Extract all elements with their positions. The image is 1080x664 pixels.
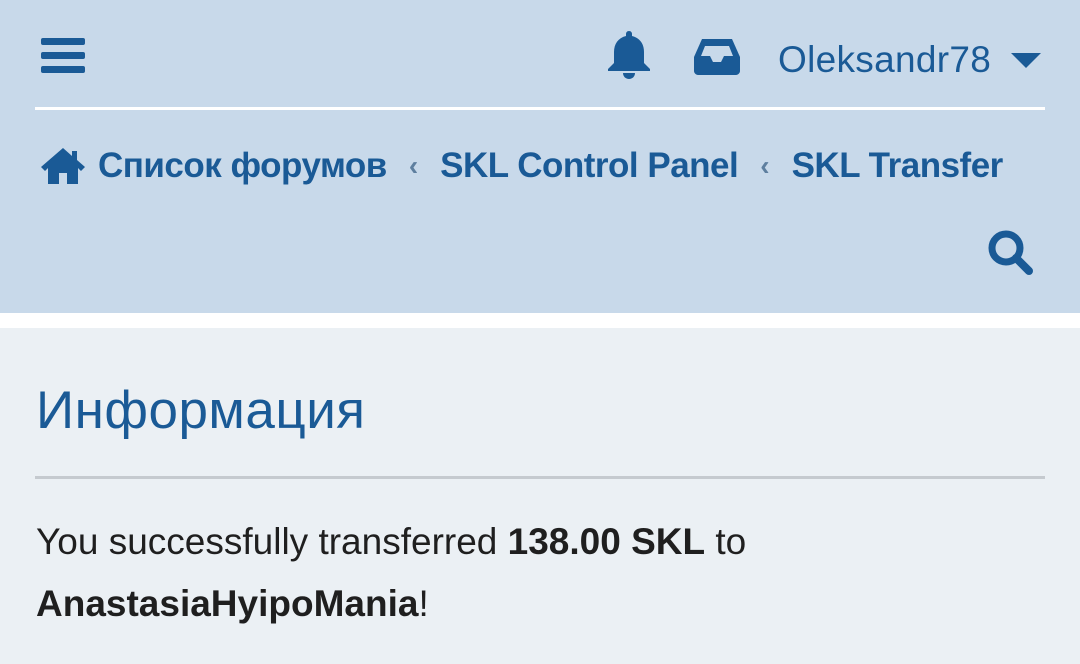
user-account-menu[interactable]: Oleksandr78 [778, 36, 1042, 84]
message-prefix: You successfully transferred [36, 521, 508, 562]
breadcrumb-separator: ‹ [408, 150, 419, 181]
search-icon[interactable] [985, 227, 1035, 277]
breadcrumb: Список форумов ‹ SKL Control Panel ‹ SKL… [40, 140, 1003, 192]
header-divider [35, 107, 1045, 110]
breadcrumb-label: SKL Control Panel [440, 146, 739, 185]
header-content-gap [0, 313, 1080, 328]
info-block: Информация You successfully transferred … [0, 328, 1080, 664]
transfer-success-message: You successfully transferred 138.00 SKL … [36, 511, 1046, 635]
breadcrumb-label: SKL Transfer [791, 146, 1004, 185]
transfer-amount: 138.00 SKL [507, 521, 706, 562]
hamburger-menu-icon[interactable] [41, 38, 85, 74]
breadcrumb-separator: ‹ [760, 150, 770, 181]
page-header: Oleksandr78 Список форумов ‹ SKL Control… [0, 0, 1080, 313]
caret-down-icon [1011, 52, 1042, 68]
breadcrumb-label: Список форумов [98, 146, 387, 185]
recipient-name: AnastasiaHyipoMania [36, 583, 419, 624]
title-divider [35, 476, 1045, 479]
bell-icon[interactable] [603, 28, 655, 80]
message-middle: to [705, 521, 747, 562]
username-label: Oleksandr78 [778, 39, 992, 80]
page-title: Информация [36, 381, 366, 440]
breadcrumb-skl-control-panel[interactable]: SKL Control Panel [440, 146, 739, 186]
top-navigation-bar: Oleksandr78 [0, 0, 1080, 108]
inbox-icon[interactable] [693, 36, 741, 76]
message-suffix: ! [418, 583, 429, 624]
home-icon [41, 148, 85, 184]
breadcrumb-skl-transfer[interactable]: SKL Transfer [791, 146, 1004, 186]
breadcrumb-forum-list[interactable]: Список форумов [40, 146, 387, 186]
